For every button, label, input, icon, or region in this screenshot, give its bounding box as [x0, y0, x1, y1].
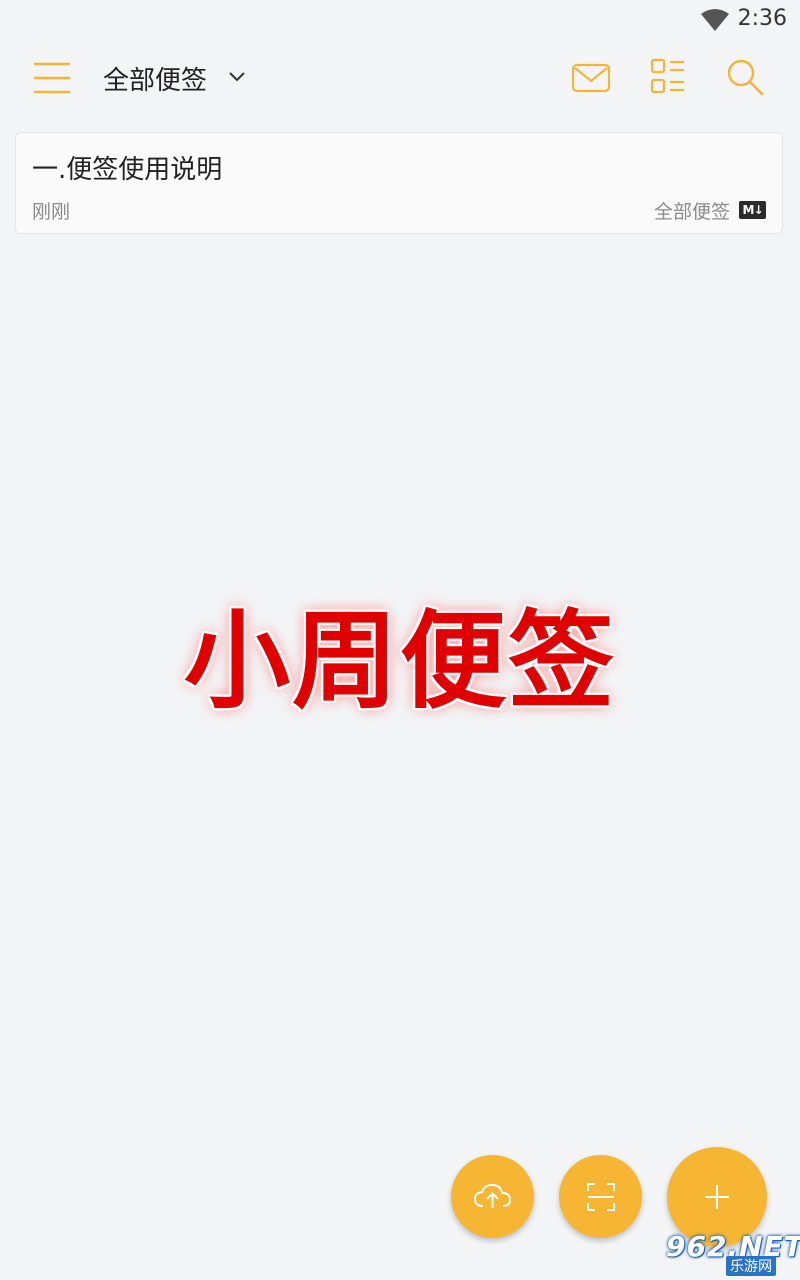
- scan-button[interactable]: [559, 1155, 642, 1238]
- app-screen: 2:36 全部便签 一.便签使用说明 刚刚 全部便签 M↓ 小周便签 962.N…: [0, 0, 800, 1280]
- note-title: 一.便签使用说明: [32, 155, 223, 185]
- note-folder: 全部便签: [653, 201, 730, 223]
- app-name-watermark: 小周便签: [184, 600, 616, 723]
- cloud-upload-icon: [473, 1183, 512, 1208]
- mail-icon[interactable]: [571, 60, 611, 96]
- site-logo-sub: 乐游网: [726, 1256, 776, 1276]
- upload-button[interactable]: [451, 1155, 534, 1238]
- search-icon[interactable]: [725, 56, 765, 98]
- note-card[interactable]: 一.便签使用说明 刚刚 全部便签 M↓: [15, 132, 783, 234]
- wifi-icon: [701, 9, 729, 31]
- site-logo-watermark: 962.NET 乐游网: [666, 1230, 800, 1276]
- menu-icon[interactable]: [32, 60, 72, 96]
- scan-icon: [587, 1183, 615, 1211]
- layout-icon[interactable]: [650, 58, 686, 96]
- folder-title[interactable]: 全部便签: [103, 60, 207, 97]
- markdown-badge: M↓: [739, 201, 766, 219]
- status-time: 2:36: [737, 6, 787, 31]
- plus-icon: [705, 1185, 729, 1209]
- status-bar: 2:36: [0, 0, 800, 40]
- note-time: 刚刚: [32, 201, 71, 223]
- top-toolbar: 全部便签: [0, 40, 800, 116]
- chevron-down-icon[interactable]: [228, 68, 246, 86]
